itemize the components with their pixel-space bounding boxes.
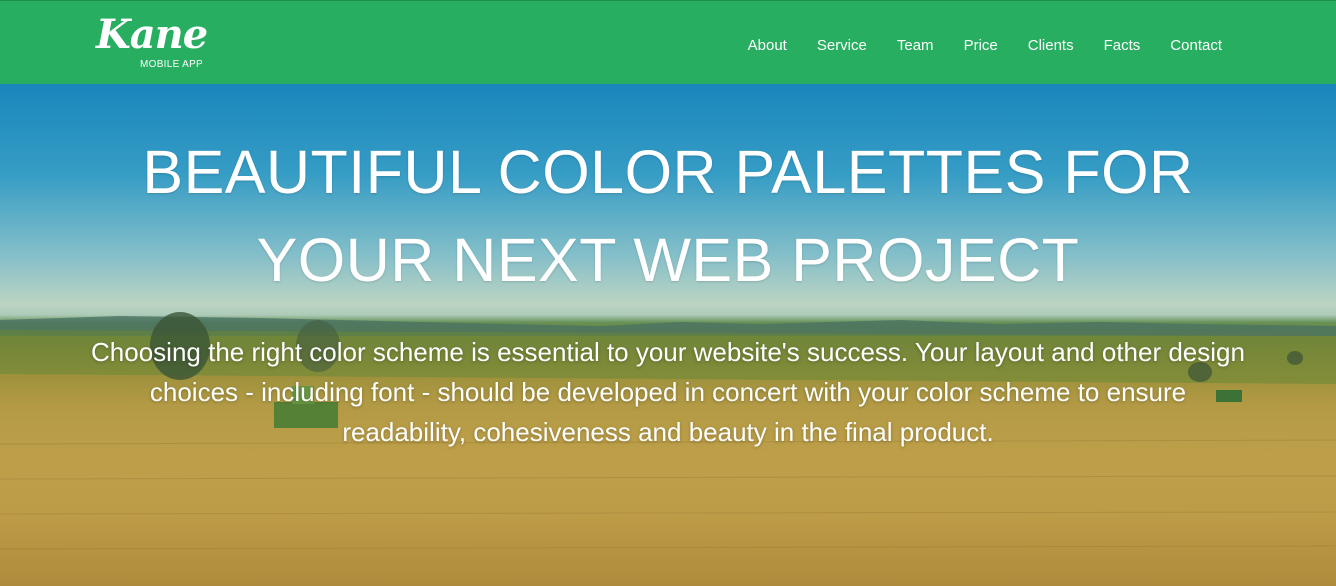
main-nav: About Service Team Price Clients Facts C… [718,37,1222,55]
hero-title-line-2: YOUR NEXT WEB PROJECT [256,226,1080,294]
hero-title-line-1: BEAUTIFUL COLOR PALETTES FOR [142,138,1194,206]
nav-link-about[interactable]: About [748,37,787,54]
nav-item-price: Price [964,37,998,55]
nav-item-contact: Contact [1170,37,1222,55]
nav-item-facts: Facts [1104,37,1141,55]
nav-item-about: About [748,37,787,55]
nav-item-service: Service [817,37,867,55]
navbar: Kane MOBILE APP About Service Team Price… [0,0,1336,84]
nav-link-service[interactable]: Service [817,37,867,54]
nav-item-team: Team [897,37,934,55]
nav-link-contact[interactable]: Contact [1170,37,1222,54]
logo-tagline: MOBILE APP [140,59,204,70]
hero-description: Choosing the right color scheme is essen… [91,337,1245,447]
nav-link-clients[interactable]: Clients [1028,37,1074,54]
brand-logo[interactable]: Kane MOBILE APP [96,11,226,73]
nav-link-price[interactable]: Price [964,37,998,54]
nav-link-facts[interactable]: Facts [1104,37,1141,54]
logo-text: Kane [96,11,208,58]
nav-link-team[interactable]: Team [897,37,934,54]
hero-section: BEAUTIFUL COLOR PALETTES FOR YOUR NEXT W… [0,84,1336,586]
hero-title: BEAUTIFUL COLOR PALETTES FOR YOUR NEXT W… [0,128,1336,304]
nav-item-clients: Clients [1028,37,1074,55]
